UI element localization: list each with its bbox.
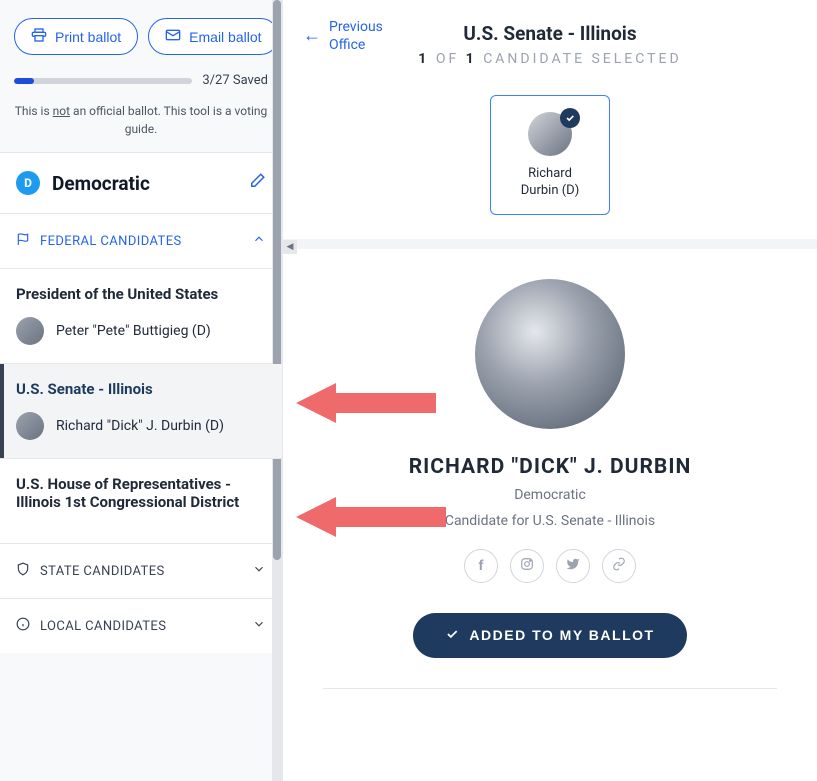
edit-party-button[interactable] [248,172,266,194]
arrow-left-icon: ← [303,24,321,47]
check-badge-icon [560,108,580,128]
profile-name: RICHARD "DICK" J. DURBIN [303,455,797,479]
carousel-prev-button[interactable]: ◀ [283,240,297,254]
federal-section-label: FEDERAL CANDIDATES [40,234,242,249]
candidate-row: Richard "Dick" J. Durbin (D) [16,412,266,440]
print-ballot-label: Print ballot [55,29,121,45]
added-to-ballot-button[interactable]: ADDED TO MY BALLOT [413,613,686,658]
state-section-header[interactable]: STATE CANDIDATES [0,544,282,599]
profile-party: Democratic [303,487,797,503]
social-links: f [303,549,797,583]
avatar [16,317,44,345]
profile-office: Candidate for U.S. Senate - Illinois [303,513,797,529]
prev-link-line1: Previous [329,18,383,36]
website-link[interactable] [602,549,636,583]
chevron-down-icon [252,617,266,635]
candidate-profile: RICHARD "DICK" J. DURBIN Democratic Cand… [283,249,817,729]
email-ballot-button[interactable]: Email ballot [148,18,278,55]
local-section-header[interactable]: LOCAL CANDIDATES [0,599,282,653]
print-ballot-button[interactable]: Print ballot [14,18,138,55]
info-icon [16,617,30,635]
printer-icon [31,27,47,46]
race-title: U.S. House of Representatives - Illinois… [16,475,266,511]
shield-icon [16,562,30,580]
party-name: Democratic [52,172,236,195]
candidate-row: Peter "Pete" Buttigieg (D) [16,317,266,345]
race-president[interactable]: President of the United States Peter "Pe… [0,269,282,364]
ballot-actions: Print ballot Email ballot [14,18,268,55]
race-title: President of the United States [16,285,266,303]
candidate-card-durbin[interactable]: Richard Durbin (D) [490,95,610,215]
chevron-up-icon [252,232,266,250]
race-senate-illinois[interactable]: U.S. Senate - Illinois Richard "Dick" J.… [0,364,282,459]
disclaimer-text: This is not an official ballot. This too… [14,102,268,138]
party-badge: D [16,171,40,195]
progress-fill [14,78,34,84]
race-title: U.S. Senate - Illinois [16,380,266,398]
candidate-name: Peter "Pete" Buttigieg (D) [56,323,211,339]
sidebar: Print ballot Email ballot 3/27 Saved Thi… [0,0,283,781]
prev-link-line2: Office [329,36,383,54]
profile-avatar [475,279,625,429]
local-section-label: LOCAL CANDIDATES [40,619,242,634]
instagram-link[interactable] [510,549,544,583]
flag-icon [16,232,30,250]
party-filter-row: D Democratic [0,152,282,214]
candidate-name: Richard "Dick" J. Durbin (D) [56,418,224,434]
profile-divider [323,688,777,689]
section-divider [283,239,817,249]
added-button-label: ADDED TO MY BALLOT [469,627,654,643]
email-ballot-label: Email ballot [189,29,261,45]
facebook-link[interactable]: f [464,549,498,583]
instagram-icon [520,557,534,575]
state-section-label: STATE CANDIDATES [40,564,242,579]
check-icon [445,627,459,644]
twitter-link[interactable] [556,549,590,583]
candidate-card-name: Richard Durbin (D) [501,166,599,200]
sidebar-header: Print ballot Email ballot 3/27 Saved Thi… [0,0,282,152]
link-icon [612,557,626,575]
chevron-down-icon [252,562,266,580]
avatar [528,112,572,156]
envelope-icon [165,27,181,46]
previous-office-link[interactable]: ← Previous Office [303,18,383,54]
sidebar-scrollbar-thumb[interactable] [273,0,281,560]
main-panel: ← Previous Office U.S. Senate - Illinois… [283,0,817,781]
progress-text: 3/27 Saved [202,73,268,88]
race-house-illinois-1[interactable]: U.S. House of Representatives - Illinois… [0,459,282,544]
twitter-icon [566,557,580,575]
progress-bar [14,78,192,84]
federal-section-header[interactable]: FEDERAL CANDIDATES [0,214,282,269]
avatar [16,412,44,440]
progress-row: 3/27 Saved [14,73,268,88]
facebook-icon: f [478,558,483,574]
